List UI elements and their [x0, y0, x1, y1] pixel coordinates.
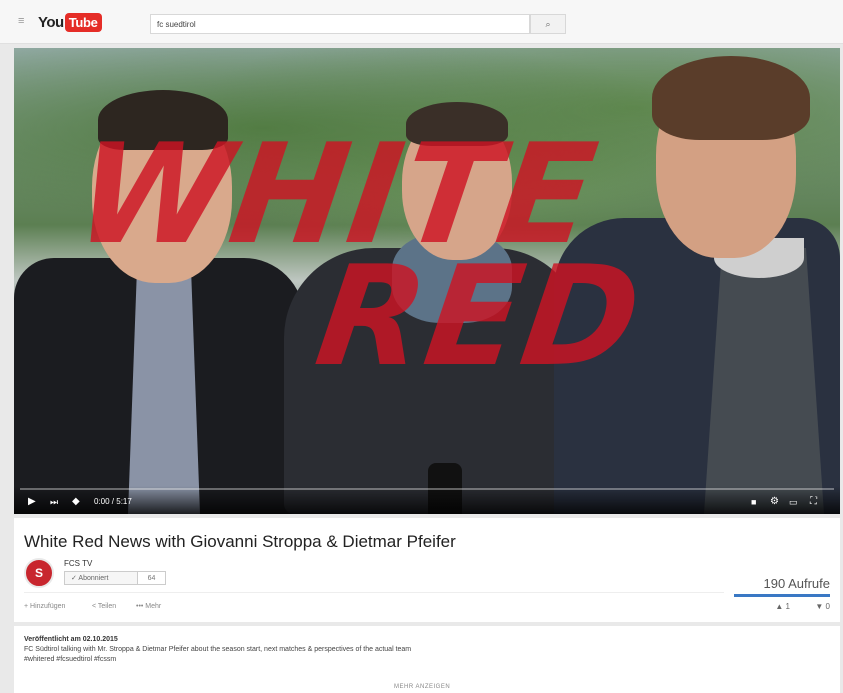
progress-bar[interactable] — [20, 488, 834, 490]
subscriber-count: 64 — [138, 571, 166, 585]
search-icon: ⌕ — [545, 18, 551, 29]
channel-avatar[interactable]: S — [24, 558, 54, 588]
hamburger-menu-icon[interactable]: ≡ — [18, 16, 30, 27]
masthead: ≡ You Tube ⌕ — [0, 0, 843, 44]
view-count: 190 Aufrufe — [763, 576, 831, 591]
logo-you-text: You — [38, 13, 64, 31]
next-icon[interactable]: ⏭ — [50, 496, 58, 508]
description-panel: Veröffentlicht am 02.10.2015 FC Südtirol… — [14, 626, 840, 693]
publish-date: Veröffentlicht am 02.10.2015 — [24, 636, 118, 643]
subtitles-icon[interactable]: ■ — [751, 496, 756, 508]
theater-mode-icon[interactable]: ▭ — [789, 496, 798, 508]
show-more-button[interactable]: MEHR ANZEIGEN — [394, 684, 450, 690]
player-controls: ▶ ⏭ ◆ 0:00 / 5:17 ■ ⚙ ▭ ⛶ — [14, 486, 840, 514]
description-hashtags[interactable]: #whitered #fcsuedtirol #fcssm — [24, 656, 116, 663]
video-title: White Red News with Giovanni Stroppa & D… — [24, 532, 456, 551]
person-right-sweater — [704, 248, 824, 514]
divider — [24, 592, 724, 593]
overlay-title-red: RED — [307, 236, 652, 397]
description-text: FC Südtirol talking with Mr. Stroppa & D… — [24, 646, 412, 653]
volume-icon[interactable]: ◆ — [72, 496, 80, 508]
time-display: 0:00 / 5:17 — [94, 497, 132, 506]
like-dislike-bar — [734, 594, 830, 597]
video-player[interactable]: WHITE RED ▶ ⏭ ◆ 0:00 / 5:17 ■ ⚙ ▭ ⛶ — [14, 48, 840, 514]
settings-gear-icon[interactable]: ⚙ — [770, 496, 779, 508]
dislike-button[interactable]: ▼ 0 — [815, 602, 830, 611]
video-info-panel: White Red News with Giovanni Stroppa & D… — [14, 518, 840, 622]
like-button[interactable]: ▲ 1 — [775, 602, 790, 611]
fullscreen-icon[interactable]: ⛶ — [810, 496, 817, 508]
share-button[interactable]: < Teilen — [92, 603, 116, 610]
play-icon[interactable]: ▶ — [28, 496, 36, 508]
search-input[interactable] — [150, 14, 530, 34]
search-button[interactable]: ⌕ — [530, 14, 566, 34]
more-actions-button[interactable]: ••• Mehr — [136, 603, 161, 610]
like-ratio-fill — [734, 594, 830, 597]
subscribed-button[interactable]: ✓ Abonniert — [64, 571, 138, 585]
youtube-logo[interactable]: You Tube — [38, 11, 102, 33]
channel-name[interactable]: FCS TV — [64, 559, 92, 568]
person-right-hair — [652, 56, 810, 140]
add-to-button[interactable]: + Hinzufügen — [24, 603, 65, 610]
logo-tube-text: Tube — [64, 12, 102, 32]
